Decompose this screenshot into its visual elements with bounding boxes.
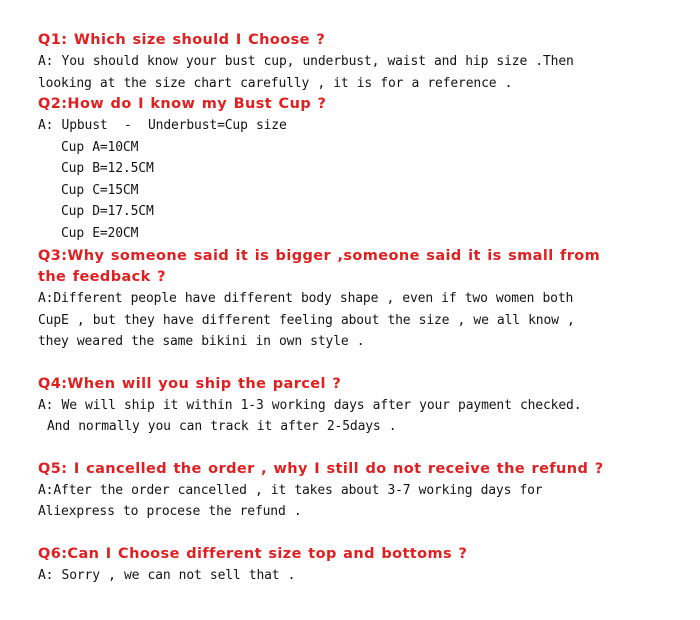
cup-size-line-d: Cup D=17.5CM <box>61 204 154 219</box>
cup-size-line-b: Cup B=12.5CM <box>61 161 154 176</box>
faq-list: Q1: Which size should I Choose ? A: You … <box>38 30 606 586</box>
spacer-q4-q5 <box>38 438 606 459</box>
question-heading-q5: Q5: I cancelled the order , why I still … <box>38 460 604 477</box>
cup-size-line-c: Cup C=15CM <box>61 182 139 198</box>
cup-size-line-a: Cup A=10CM <box>61 139 139 155</box>
faq-item-q5: Q5: I cancelled the order , why I still … <box>38 459 606 523</box>
spacer-q5-q6 <box>38 523 606 544</box>
faq-item-q3: Q3:Why someone said it is bigger ,someon… <box>38 246 606 353</box>
question-heading-q3: Q3:Why someone said it is bigger ,someon… <box>38 248 601 285</box>
answer-text-q1: A: You should know your bust cup, underb… <box>38 54 574 91</box>
answer-text-q4: A: We will ship it within 1-3 working da… <box>38 397 582 413</box>
faq-item-q6: Q6:Can I Choose different size top and b… <box>38 544 606 587</box>
answer-text-q5: A:After the order cancelled , it takes a… <box>38 482 543 520</box>
faq-item-q1: Q1: Which size should I Choose ? A: You … <box>38 30 606 94</box>
cup-size-line-e: Cup E=20CM <box>61 225 139 241</box>
answer-text-q3: A:Different people have different body s… <box>38 291 575 349</box>
question-heading-q2: Q2:How do I know my Bust Cup ? <box>38 96 327 112</box>
question-heading-q1: Q1: Which size should I Choose ? <box>38 32 326 48</box>
faq-item-q4: Q4:When will you ship the parcel ? A: We… <box>38 374 606 438</box>
faq-item-q2: Q2:How do I know my Bust Cup ? A: Upbust… <box>38 94 606 244</box>
question-heading-q6: Q6:Can I Choose different size top and b… <box>38 545 468 562</box>
answer-text-q2: A: Upbust - Underbust=Cup size <box>38 118 287 133</box>
answer-text-q6: A: Sorry , we can not sell that . <box>38 567 296 583</box>
faq-document-page: Q1: Which size should I Choose ? A: You … <box>0 0 700 620</box>
answer-continuation-q4: And normally you can track it after 2-5d… <box>47 419 397 434</box>
spacer-q3-q4 <box>38 353 606 374</box>
question-heading-q4: Q4:When will you ship the parcel ? <box>38 375 342 392</box>
